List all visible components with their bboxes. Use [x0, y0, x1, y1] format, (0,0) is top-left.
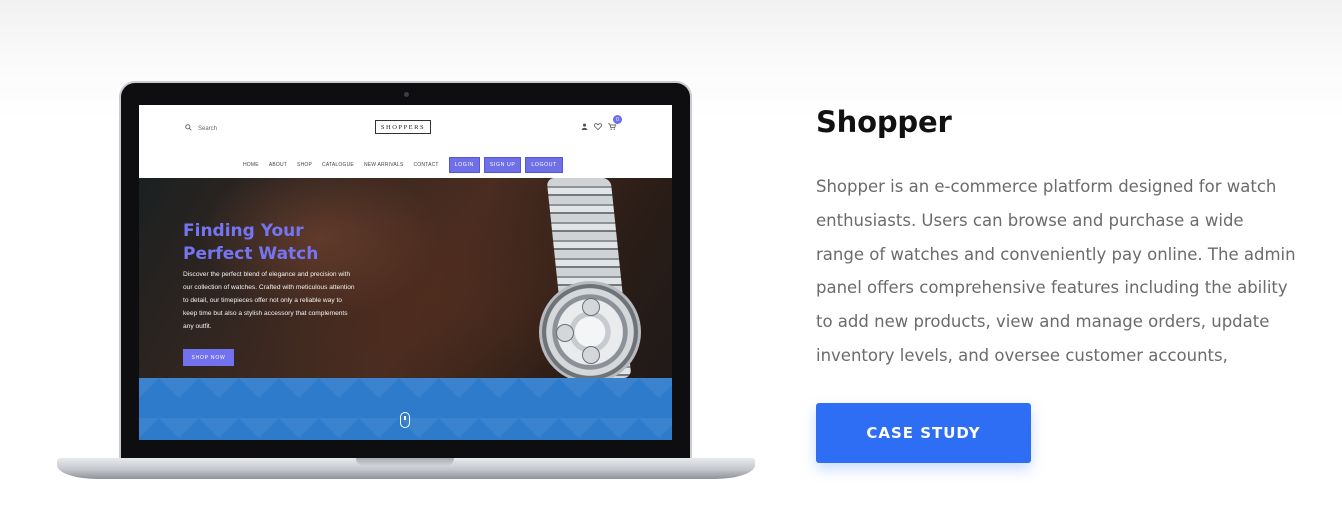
mockup-nav-catalogue: CATALOGUE: [322, 162, 354, 168]
mockup-login-button: LOGIN: [448, 157, 480, 173]
mockup-shop-now-button: SHOP NOW: [183, 349, 234, 366]
mockup-hero-title: Finding Your Perfect Watch: [183, 220, 318, 266]
mockup-blue-band: [139, 378, 672, 440]
cart-count-badge: 0: [613, 115, 622, 124]
mouse-scroll-icon: [400, 412, 410, 428]
laptop-notch: [356, 458, 454, 466]
watch-image: [539, 281, 641, 383]
mockup-signup-button: SIGN UP: [483, 157, 522, 173]
mockup-nav-home: HOME: [243, 162, 259, 168]
search-icon: [185, 124, 192, 133]
mockup-hero-text: Discover the perfect blend of elegance a…: [183, 271, 355, 330]
watch-subdial: [582, 346, 600, 364]
camera-icon: [404, 92, 409, 97]
laptop-screen: Search SHOPPERS 0 HOME ABOUT SHOP CATALO…: [139, 105, 672, 440]
case-study-button[interactable]: CASE STUDY: [816, 403, 1031, 463]
heart-icon: [594, 123, 602, 132]
watch-subdial: [556, 324, 574, 342]
watch-subdial: [582, 298, 600, 316]
mockup-hero: Finding Your Perfect Watch Discover the …: [139, 178, 672, 383]
mockup-logo: SHOPPERS: [375, 120, 431, 134]
mockup-logout-button: LOGOUT: [525, 157, 563, 173]
laptop-lid: Search SHOPPERS 0 HOME ABOUT SHOP CATALO…: [119, 81, 692, 461]
mockup-nav-shop: SHOP: [297, 162, 313, 168]
laptop-mockup: Search SHOPPERS 0 HOME ABOUT SHOP CATALO…: [57, 81, 755, 481]
mockup-search-placeholder: Search: [198, 125, 218, 132]
hero-title-line1: Finding Your: [183, 221, 304, 241]
project-description: Shopper is an e-commerce platform design…: [816, 177, 1296, 365]
mockup-nav: HOME ABOUT SHOP CATALOGUE NEW ARRIVALS C…: [243, 157, 563, 173]
hero-title-line2: Perfect Watch: [183, 244, 319, 264]
cart-icon: 0: [608, 115, 622, 132]
mockup-header: Search SHOPPERS 0 HOME ABOUT SHOP CATALO…: [139, 105, 672, 173]
user-icon: [581, 123, 588, 132]
mockup-nav-contact: CONTACT: [413, 162, 439, 168]
mockup-search: Search: [185, 124, 217, 133]
project-title: Shopper: [816, 105, 952, 139]
mockup-header-icons: 0: [581, 115, 622, 132]
mockup-nav-new-arrivals: NEW ARRIVALS: [363, 162, 404, 168]
mockup-nav-about: ABOUT: [268, 162, 288, 168]
